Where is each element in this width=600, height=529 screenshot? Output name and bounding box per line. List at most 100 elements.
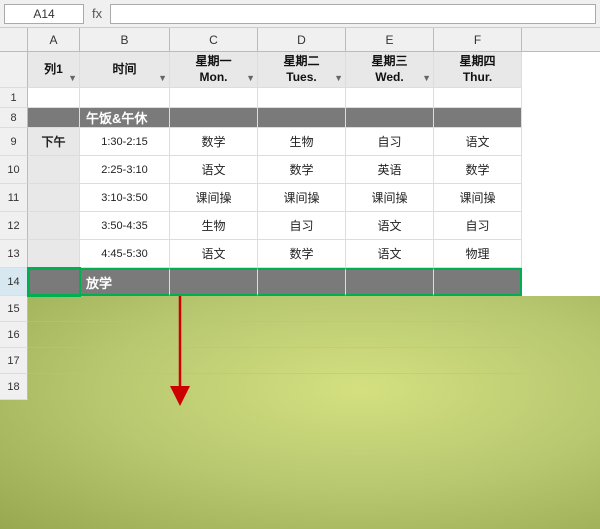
cell-1a[interactable] bbox=[28, 88, 80, 108]
row-num-header bbox=[0, 52, 28, 88]
cell-14b-merged[interactable]: 放学 bbox=[80, 268, 170, 296]
row-num-15: 15 bbox=[0, 296, 28, 322]
formula-bar-input[interactable] bbox=[110, 4, 596, 24]
cell-8e[interactable] bbox=[346, 108, 434, 128]
table-row: 9 下午 1:30-2:15 数学 生物 自习 语文 bbox=[0, 128, 600, 156]
col-header-a[interactable]: A bbox=[28, 28, 80, 51]
cell-14a-selected[interactable] bbox=[28, 268, 80, 296]
cell-11b[interactable]: 3:10-3:50 bbox=[80, 184, 170, 212]
cell-9c[interactable]: 数学 bbox=[170, 128, 258, 156]
cell-13a[interactable] bbox=[28, 240, 80, 268]
corner-cell bbox=[0, 28, 28, 51]
bottom-green-area: 15 16 17 18 bbox=[0, 296, 600, 529]
cell-10f[interactable]: 数学 bbox=[434, 156, 522, 184]
cell-13e[interactable]: 语文 bbox=[346, 240, 434, 268]
col-header-b[interactable]: B bbox=[80, 28, 170, 51]
cell-ref-value: A14 bbox=[33, 7, 54, 21]
cell-12e[interactable]: 语文 bbox=[346, 212, 434, 240]
cell-11f[interactable]: 课间操 bbox=[434, 184, 522, 212]
cell-f-header[interactable]: 星期四 Thur. bbox=[434, 52, 522, 88]
cell-14e[interactable] bbox=[346, 268, 434, 296]
row-num-9: 9 bbox=[0, 128, 28, 156]
cell-8f[interactable] bbox=[434, 108, 522, 128]
cell-13b[interactable]: 4:45-5:30 bbox=[80, 240, 170, 268]
cell-13c[interactable]: 语文 bbox=[170, 240, 258, 268]
table-row: 8 午饭&午休 bbox=[0, 108, 600, 128]
row-num-14: 14 bbox=[0, 268, 28, 296]
cell-1c[interactable] bbox=[170, 88, 258, 108]
row-num-17: 17 bbox=[0, 348, 28, 374]
cell-14c[interactable] bbox=[170, 268, 258, 296]
cell-1d[interactable] bbox=[258, 88, 346, 108]
row-num-10: 10 bbox=[0, 156, 28, 184]
cell-12b[interactable]: 3:50-4:35 bbox=[80, 212, 170, 240]
dropdown-icon-c[interactable]: ▼ bbox=[246, 73, 255, 85]
cell-1e[interactable] bbox=[346, 88, 434, 108]
rows-area: 列1 ▼ 时间 ▼ 星期一 Mon. ▼ 星期二 Tues. ▼ 星期三 Wed… bbox=[0, 52, 600, 529]
row-num-1: 1 bbox=[0, 88, 28, 108]
dropdown-icon-e[interactable]: ▼ bbox=[422, 73, 431, 85]
cell-14d[interactable] bbox=[258, 268, 346, 296]
cell-12a[interactable] bbox=[28, 212, 80, 240]
cell-17[interactable] bbox=[28, 348, 522, 374]
row-num-16: 16 bbox=[0, 322, 28, 348]
cell-11a[interactable] bbox=[28, 184, 80, 212]
cell-13d[interactable]: 数学 bbox=[258, 240, 346, 268]
table-row: 11 3:10-3:50 课间操 课间操 课间操 课间操 bbox=[0, 184, 600, 212]
row-num-11: 11 bbox=[0, 184, 28, 212]
row-num-12: 12 bbox=[0, 212, 28, 240]
red-arrow-indicator bbox=[160, 296, 220, 406]
cell-10c[interactable]: 语文 bbox=[170, 156, 258, 184]
table-row: 14 放学 bbox=[0, 268, 600, 296]
cell-9e[interactable]: 自习 bbox=[346, 128, 434, 156]
cell-9b[interactable]: 1:30-2:15 bbox=[80, 128, 170, 156]
cell-11c[interactable]: 课间操 bbox=[170, 184, 258, 212]
cell-12c[interactable]: 生物 bbox=[170, 212, 258, 240]
table-row: 10 2:25-3:10 语文 数学 英语 数学 bbox=[0, 156, 600, 184]
col-header-f[interactable]: F bbox=[434, 28, 522, 51]
table-row: 13 4:45-5:30 语文 数学 语文 物理 bbox=[0, 240, 600, 268]
cell-e-header[interactable]: 星期三 Wed. ▼ bbox=[346, 52, 434, 88]
cell-18[interactable] bbox=[28, 374, 522, 400]
cell-a-header[interactable]: 列1 ▼ bbox=[28, 52, 80, 88]
col-header-d[interactable]: D bbox=[258, 28, 346, 51]
cell-14f[interactable] bbox=[434, 268, 522, 296]
cell-9d[interactable]: 生物 bbox=[258, 128, 346, 156]
table-row: 1 bbox=[0, 88, 600, 108]
col-header-c[interactable]: C bbox=[170, 28, 258, 51]
cell-10d[interactable]: 数学 bbox=[258, 156, 346, 184]
cell-1f[interactable] bbox=[434, 88, 522, 108]
toolbar: A14 fx bbox=[0, 0, 600, 28]
cell-1b[interactable] bbox=[80, 88, 170, 108]
dropdown-icon-d[interactable]: ▼ bbox=[334, 73, 343, 85]
formula-icon: fx bbox=[88, 6, 106, 21]
cell-12d[interactable]: 自习 bbox=[258, 212, 346, 240]
cell-d-header[interactable]: 星期二 Tues. ▼ bbox=[258, 52, 346, 88]
row-num-8: 8 bbox=[0, 108, 28, 128]
cell-b-header[interactable]: 时间 ▼ bbox=[80, 52, 170, 88]
cell-reference-box[interactable]: A14 bbox=[4, 4, 84, 24]
cell-c-header[interactable]: 星期一 Mon. ▼ bbox=[170, 52, 258, 88]
cell-8d[interactable] bbox=[258, 108, 346, 128]
cell-11e[interactable]: 课间操 bbox=[346, 184, 434, 212]
cell-12f[interactable]: 自习 bbox=[434, 212, 522, 240]
cell-13f[interactable]: 物理 bbox=[434, 240, 522, 268]
cell-8b-merged[interactable]: 午饭&午休 bbox=[80, 108, 170, 128]
dropdown-icon-b[interactable]: ▼ bbox=[158, 73, 167, 85]
cell-10a[interactable] bbox=[28, 156, 80, 184]
dropdown-icon-a[interactable]: ▼ bbox=[68, 73, 77, 85]
column-headers-row: A B C D E F bbox=[0, 28, 600, 52]
col-header-e[interactable]: E bbox=[346, 28, 434, 51]
cell-11d[interactable]: 课间操 bbox=[258, 184, 346, 212]
cell-16[interactable] bbox=[28, 322, 522, 348]
spreadsheet: A B C D E F 列1 ▼ 时间 ▼ bbox=[0, 28, 600, 529]
cell-15[interactable] bbox=[28, 296, 522, 322]
cell-10e[interactable]: 英语 bbox=[346, 156, 434, 184]
row-num-18: 18 bbox=[0, 374, 28, 400]
cell-9f[interactable]: 语文 bbox=[434, 128, 522, 156]
cell-9a[interactable]: 下午 bbox=[28, 128, 80, 156]
table-row: 12 3:50-4:35 生物 自习 语文 自习 bbox=[0, 212, 600, 240]
cell-10b[interactable]: 2:25-3:10 bbox=[80, 156, 170, 184]
cell-8a[interactable] bbox=[28, 108, 80, 128]
cell-8c[interactable] bbox=[170, 108, 258, 128]
